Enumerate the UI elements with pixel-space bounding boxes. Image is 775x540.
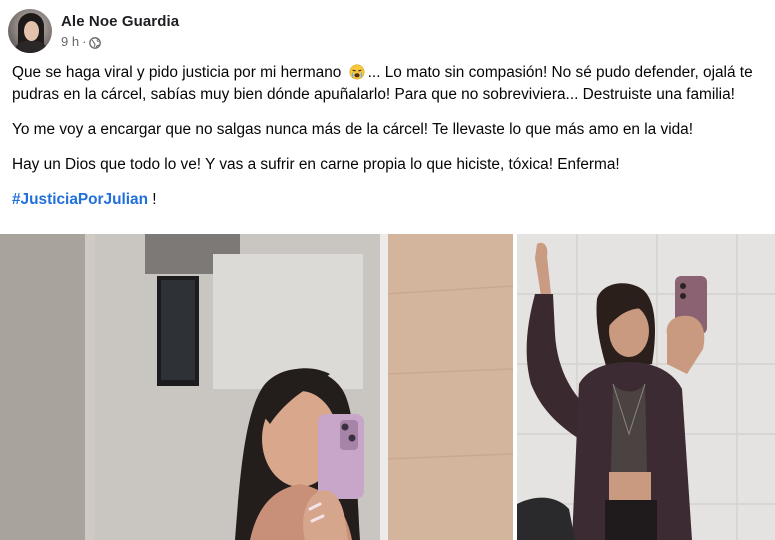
post-time-row: 9 h · <box>61 33 179 50</box>
post-paragraph-2: Yo me voy a encargar que no salgas nunca… <box>12 121 694 138</box>
post-timestamp[interactable]: 9 h <box>61 33 79 50</box>
hashtag-link[interactable]: #JusticiaPorJulian <box>12 191 148 208</box>
post-meta: Ale Noe Guardia 9 h · <box>61 12 179 50</box>
meta-separator: · <box>82 34 87 49</box>
post-header: Ale Noe Guardia 9 h · <box>8 8 179 54</box>
author-avatar[interactable] <box>8 9 52 53</box>
photo-mirror-selfie-left[interactable] <box>0 234 513 540</box>
globe-icon[interactable] <box>89 36 102 49</box>
photo-mirror-selfie-right[interactable] <box>517 234 775 540</box>
paragraph-text: Que se haga viral y pido justicia por mi… <box>12 64 346 81</box>
post-paragraph-3: Hay un Dios que todo lo ve! Y vas a sufr… <box>12 156 620 173</box>
post-paragraph-1: Que se haga viral y pido justicia por mi… <box>12 62 764 106</box>
facebook-post: Ale Noe Guardia 9 h · Que se haga viral … <box>0 0 775 540</box>
post-photos <box>0 234 775 540</box>
author-name[interactable]: Ale Noe Guardia <box>61 12 179 31</box>
crying-face-emoji-icon <box>348 64 366 80</box>
hashtag-line: #JusticiaPorJulian ! <box>12 189 764 211</box>
post-text: Que se haga viral y pido justicia por mi… <box>12 62 764 224</box>
hashtag-suffix: ! <box>148 191 157 208</box>
